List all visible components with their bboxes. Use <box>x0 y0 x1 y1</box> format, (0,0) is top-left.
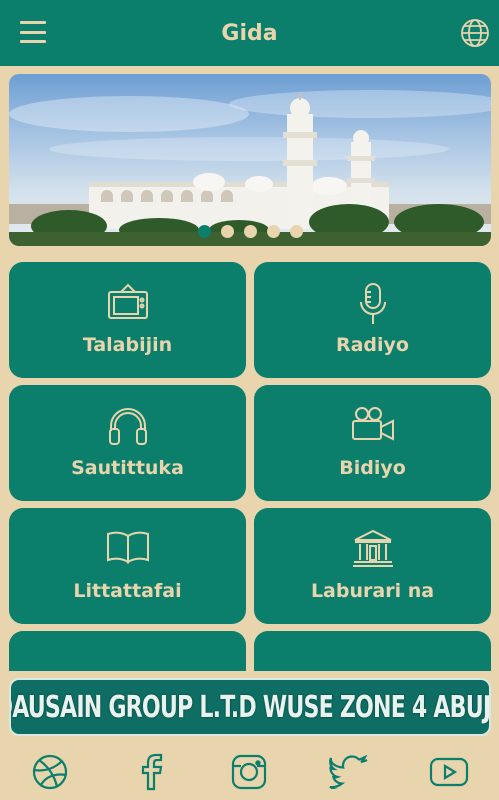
dribbble-icon[interactable] <box>30 752 70 792</box>
ad-text: QAUSAIN GROUP L.T.D WUSE ZONE 4 ABUJA <box>9 689 491 725</box>
tile-label: Sautittuka <box>71 457 184 479</box>
facebook-icon[interactable] <box>130 752 170 792</box>
tile-more[interactable] <box>9 631 246 671</box>
tile-television[interactable]: Talabijin <box>9 262 246 378</box>
instagram-icon[interactable] <box>229 752 269 792</box>
tile-radio[interactable]: Radiyo <box>254 262 491 378</box>
microphone-icon <box>359 283 386 324</box>
social-bar <box>0 744 499 800</box>
youtube-icon[interactable] <box>429 752 469 792</box>
headphones-icon <box>108 408 147 445</box>
tile-video[interactable]: Bidiyo <box>254 385 491 501</box>
hamburger-menu-icon[interactable] <box>20 21 46 43</box>
carousel-dot[interactable] <box>289 225 303 238</box>
library-building-icon <box>352 529 393 567</box>
twitter-icon[interactable] <box>329 752 369 792</box>
carousel-dot[interactable] <box>266 225 280 238</box>
tile-label: Laburari na <box>310 580 435 602</box>
app-bar: Gida <box>0 0 499 66</box>
page-title: Gida <box>221 20 278 46</box>
carousel-dot[interactable] <box>220 225 234 238</box>
carousel-indicators <box>9 225 491 238</box>
tile-audio[interactable]: Sautittuka <box>9 385 246 501</box>
carousel-dot[interactable] <box>243 225 257 238</box>
advertisement-banner[interactable]: QAUSAIN GROUP L.T.D WUSE ZONE 4 ABUJA <box>9 678 491 736</box>
video-camera-icon <box>351 407 394 441</box>
open-book-icon <box>106 531 149 564</box>
mosque-image <box>9 90 491 246</box>
tv-icon <box>107 283 148 319</box>
globe-icon[interactable] <box>459 17 491 49</box>
carousel-dot[interactable] <box>197 225 211 238</box>
tile-label: Radiyo <box>335 334 409 356</box>
tile-label: Talabijin <box>82 334 173 356</box>
tile-books[interactable]: Littattafai <box>9 508 246 624</box>
tile-my-library[interactable]: Laburari na <box>254 508 491 624</box>
tile-label: Bidiyo <box>339 457 406 479</box>
image-carousel[interactable] <box>9 74 491 246</box>
tile-label: Littattafai <box>73 580 182 602</box>
tile-more[interactable] <box>254 631 491 671</box>
